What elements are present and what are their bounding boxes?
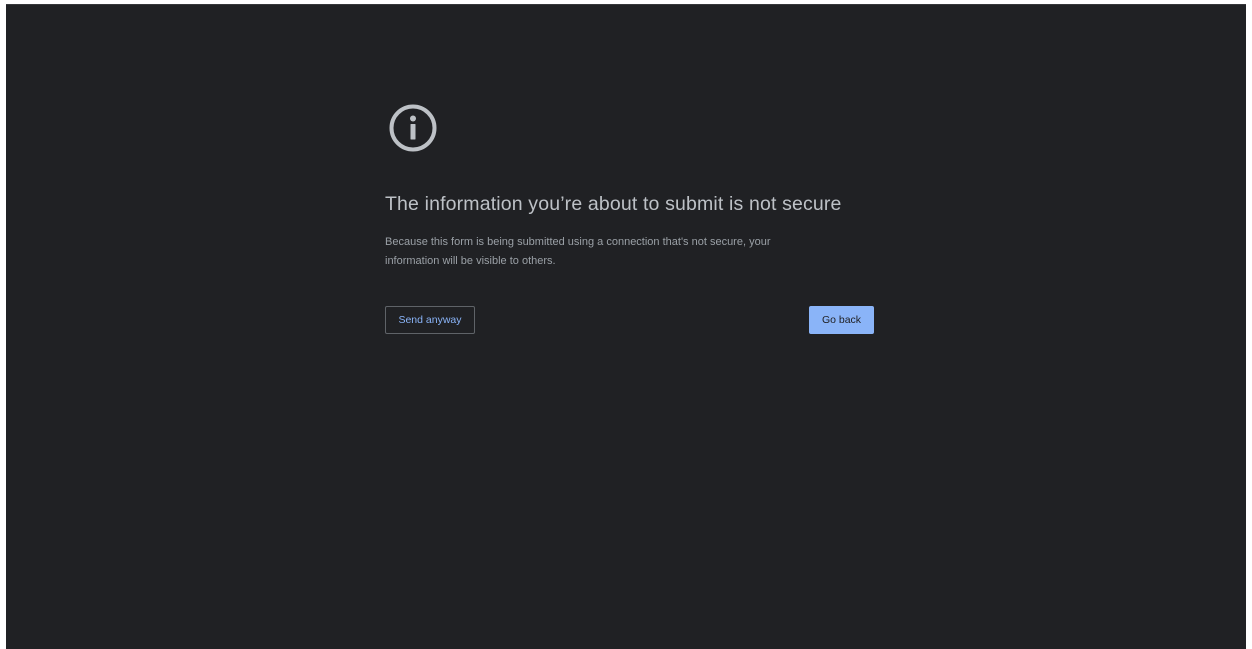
send-anyway-button[interactable]: Send anyway (385, 306, 475, 334)
explanation-text: Because this form is being submitted usi… (385, 233, 845, 271)
explanation-line-1: Because this form is being submitted usi… (385, 236, 771, 248)
info-icon (388, 103, 438, 153)
explanation-line-2: information will be visible to others. (385, 255, 556, 267)
browser-viewport: The information you’re about to submit i… (6, 4, 1246, 649)
go-back-button[interactable]: Go back (809, 306, 874, 334)
info-icon-graphic (389, 104, 437, 152)
page-heading: The information you’re about to submit i… (385, 193, 842, 215)
